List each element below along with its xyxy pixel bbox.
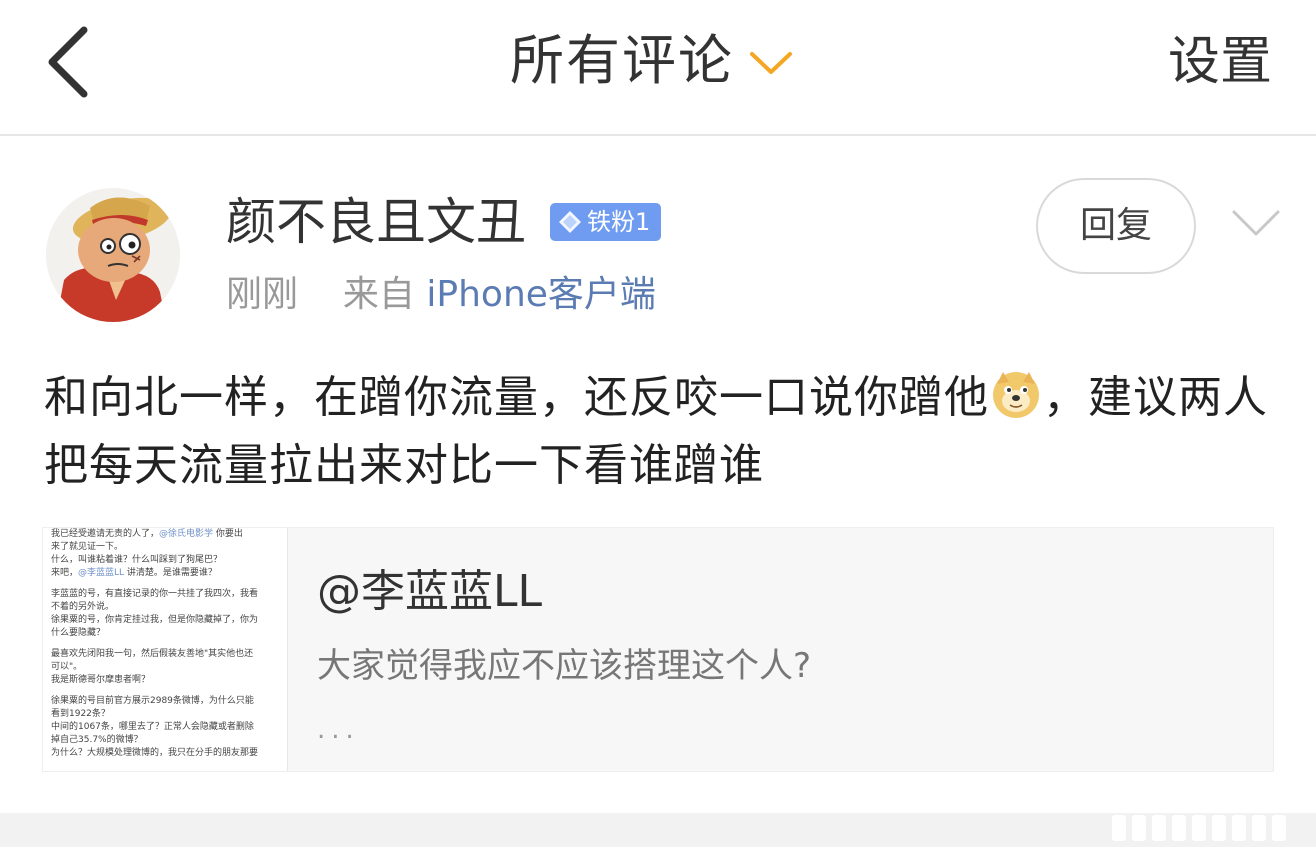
thumbnail-text-line: 李蓝蓝的号，有直接记录的你一共挂了我四次，我看 (51, 589, 259, 599)
thumbnail-text-line: 我已经受邀请无责的人了，@徐氏电影学 你要出 (51, 529, 243, 539)
quoted-post-card[interactable]: 我已经受邀请无责的人了，@徐氏电影学 你要出 来了就见证一下。什么，叫谁粘着谁？什… (42, 527, 1274, 772)
comment-username[interactable]: 颜不良且文丑 (226, 190, 526, 254)
top-navigation-bar: 所有评论 设置 (0, 0, 1316, 136)
thumbnail-text-line: 可以"。 (51, 662, 83, 672)
thumbnail-text-line: 来了就见证一下。 (51, 542, 124, 552)
chevron-left-icon (48, 26, 88, 98)
chevron-down-icon[interactable] (1230, 206, 1282, 240)
doge-emoji-icon (993, 372, 1039, 418)
comment-filter-dropdown[interactable]: 所有评论 (510, 26, 794, 96)
thumbnail-text-line (43, 580, 287, 588)
fan-level-badge: 铁粉1 (550, 203, 662, 241)
thumbnail-text-line: 不着的另外说。 (51, 602, 115, 612)
thumbnail-text-line: 什么，叫谁粘着谁？什么叫踩到了狗尾巴？ (51, 555, 223, 565)
quoted-post-text: 大家觉得我应不应该搭理这个人? (317, 646, 812, 686)
thumbnail-text-line: 我是斯德哥尔摩患者啊？ (51, 675, 151, 685)
comment-time: 刚刚 (226, 274, 299, 315)
quoted-post-author: @李蓝蓝LL (317, 566, 543, 617)
quoted-post-ellipsis: ... (317, 715, 360, 745)
comment-meta: 刚刚 来自 iPhone客户端 (226, 270, 656, 320)
back-button[interactable] (38, 22, 98, 102)
thumbnail-text-line: 什么要隐藏？ (51, 628, 106, 638)
thumbnail-text-line: 徐果粟的号，你肯定挂过我，但是你隐藏掉了，你为 (51, 615, 259, 625)
thumbnail-text-line: 掉自己35.7%的微博？ (51, 735, 143, 745)
reply-button[interactable]: 回复 (1036, 178, 1196, 274)
chevron-down-icon (750, 52, 792, 74)
settings-button[interactable]: 设置 (1168, 30, 1272, 94)
comment-text-part1: 和向北一样，在蹭你流量，还反咬一口说你蹭他 (44, 372, 989, 423)
comment-source: iPhone客户端 (426, 274, 656, 315)
comment-body: 和向北一样，在蹭你流量，还反咬一口说你蹭他 ，建议两人把每天流量拉出来对比一下看… (44, 364, 1284, 500)
watermark-mark (1112, 815, 1286, 841)
user-avatar[interactable] (46, 188, 180, 322)
thumbnail-text-line: 徐果粟的号目前官方展示2989条微博，为什么只能 (51, 696, 254, 706)
thumbnail-text-line: 中间的1067条，哪里去了？正常人会隐藏或者删除 (51, 722, 254, 732)
thumbnail-text-line (43, 640, 287, 648)
bottom-bar (0, 813, 1316, 847)
diamond-icon (559, 211, 581, 233)
thumbnail-text-line (43, 687, 287, 695)
avatar-image (46, 188, 180, 322)
thumbnail-text-line: 看到1922条？ (51, 709, 110, 719)
fan-badge-label: 铁粉1 (587, 208, 651, 236)
source-prefix: 来自 (342, 274, 415, 315)
quoted-post-thumbnail: 我已经受邀请无责的人了，@徐氏电影学 你要出 来了就见证一下。什么，叫谁粘着谁？什… (43, 528, 288, 771)
thumbnail-text-line: 最喜欢先闭阳我一句，然后假装友善地"其实他也还 (51, 649, 254, 659)
thumbnail-text-line: 为什么？大规模处理微博的，我只在分手的朋友那要 (51, 748, 259, 758)
page-title: 所有评论 (510, 29, 734, 92)
thumbnail-text-line: 来吧，@李蓝蓝LL 讲清楚。是谁需要谁？ (51, 568, 217, 578)
